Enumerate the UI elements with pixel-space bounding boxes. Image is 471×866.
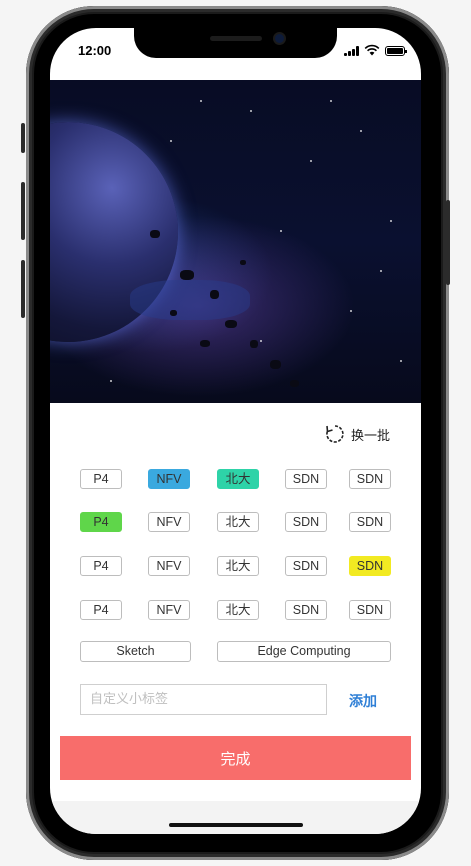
tag-nfv[interactable]: NFV — [148, 600, 190, 620]
tag-nfv[interactable]: NFV — [148, 512, 190, 532]
tag-sdn[interactable]: SDN — [285, 600, 327, 620]
tag-sdn[interactable]: SDN — [349, 469, 391, 489]
volume-up-button — [21, 182, 25, 240]
tag-sdn[interactable]: SDN — [349, 600, 391, 620]
tag-beida[interactable]: 北大 — [217, 600, 259, 620]
status-icons — [344, 44, 407, 56]
mute-switch — [21, 123, 25, 153]
tag-sdn[interactable]: SDN — [285, 469, 327, 489]
done-button[interactable]: 完成 — [60, 736, 411, 780]
refresh-label: 换一批 — [350, 428, 390, 444]
refresh-icon — [326, 425, 344, 443]
tag-edge-computing[interactable]: Edge Computing — [217, 641, 391, 662]
battery-icon — [385, 46, 407, 56]
tag-sketch[interactable]: Sketch — [80, 641, 191, 662]
tag-sdn[interactable]: SDN — [285, 556, 327, 576]
phone-screen: 12:00 换一批 P4 NFV 北大 SDN SDN P4 NFV 北大 SD… — [50, 28, 421, 834]
tag-p4[interactable]: P4 — [80, 556, 122, 576]
tag-beida[interactable]: 北大 — [217, 512, 259, 532]
status-time: 12:00 — [78, 43, 112, 58]
tag-beida[interactable]: 北大 — [217, 469, 259, 489]
tag-nfv[interactable]: NFV — [148, 469, 190, 489]
bottom-area — [50, 801, 421, 834]
volume-down-button — [21, 260, 25, 318]
speaker — [210, 36, 262, 41]
power-button — [446, 200, 450, 285]
notch — [134, 28, 337, 58]
custom-tag-input[interactable] — [80, 684, 327, 715]
add-tag-button[interactable]: 添加 — [349, 691, 377, 711]
front-camera — [275, 34, 284, 43]
wifi-icon — [364, 44, 380, 56]
tag-sdn[interactable]: SDN — [349, 512, 391, 532]
refresh-batch-button[interactable]: 换一批 — [325, 424, 390, 444]
home-indicator[interactable] — [169, 823, 303, 827]
hero-space-image — [50, 80, 421, 403]
signal-icon — [344, 46, 359, 56]
tag-sdn[interactable]: SDN — [349, 556, 391, 576]
tag-p4[interactable]: P4 — [80, 600, 122, 620]
tag-nfv[interactable]: NFV — [148, 556, 190, 576]
tag-beida[interactable]: 北大 — [217, 556, 259, 576]
tag-sdn[interactable]: SDN — [285, 512, 327, 532]
tag-p4[interactable]: P4 — [80, 512, 122, 532]
tag-p4[interactable]: P4 — [80, 469, 122, 489]
